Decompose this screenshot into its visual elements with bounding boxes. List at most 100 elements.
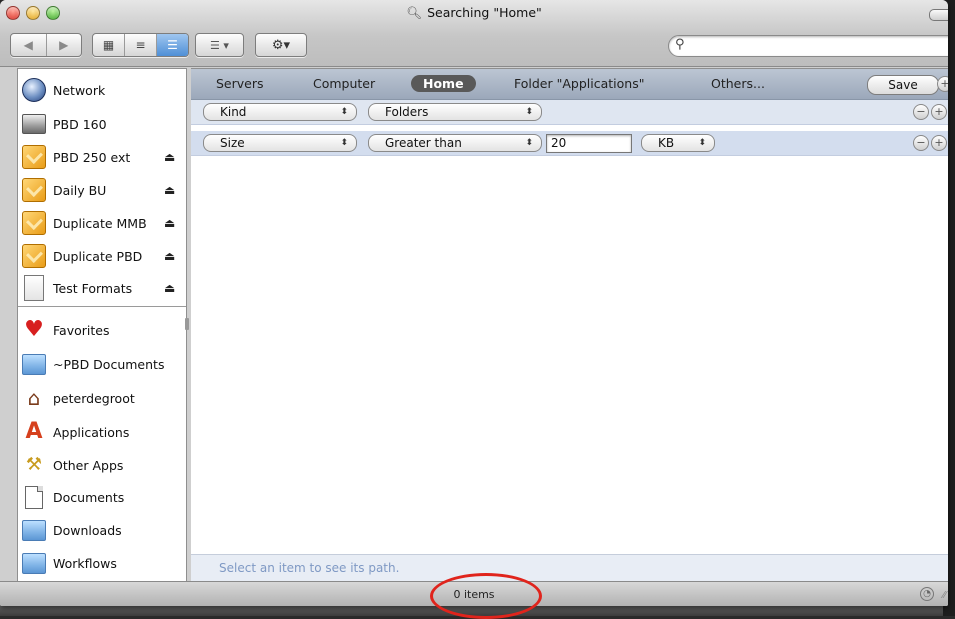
search-input[interactable] — [691, 38, 945, 53]
search-scope-bar: Servers Computer Home Folder "Applicatio… — [191, 69, 948, 100]
sidebar-item-label: Workflows — [53, 555, 117, 571]
folder-icon — [22, 551, 46, 575]
arrange-button[interactable]: ☰ ▾ — [195, 33, 244, 57]
gear-icon: ⚙▾ — [271, 37, 291, 53]
window-title: 🔍︎ Searching "Home" — [406, 5, 542, 20]
resize-grip-icon[interactable]: ⁄⁄ — [943, 590, 946, 601]
sidebar-item-label: ~PBD Documents — [53, 356, 165, 372]
search-field[interactable]: ⚲ — [668, 35, 948, 57]
back-arrow-icon[interactable]: ◀ — [11, 34, 47, 56]
sidebar-item-documents[interactable]: Documents — [18, 482, 186, 512]
sidebar-item-test-formats[interactable]: Test Formats ⏏ — [18, 273, 186, 303]
eject-icon[interactable]: ⏏ — [164, 249, 175, 263]
sidebar-item-duplicate-pbd[interactable]: Duplicate PBD ⏏ — [18, 241, 186, 271]
sidebar-item-favorites[interactable]: ♥ Favorites — [18, 315, 186, 345]
eject-icon[interactable]: ⏏ — [164, 150, 175, 164]
eject-icon[interactable]: ⏏ — [164, 281, 175, 295]
view-mode-control: ▦ ≡ ☰ — [92, 33, 189, 57]
sidebar-item-pbd-250-ext[interactable]: PBD 250 ext ⏏ — [18, 142, 186, 172]
folder-icon — [22, 352, 46, 376]
external-drive-icon — [22, 145, 46, 169]
annotation-circle — [430, 573, 542, 619]
scope-folder-applications[interactable]: Folder "Applications" — [514, 76, 644, 91]
sidebar-divider — [18, 306, 186, 307]
criterion-attribute-popup[interactable]: Size ⬍ — [203, 134, 357, 152]
external-drive-icon — [22, 211, 46, 235]
sidebar-item-peterdegroot[interactable]: ⌂ peterdegroot — [18, 383, 186, 413]
sidebar-item-label: Test Formats — [53, 280, 133, 296]
sidebar-item-network[interactable]: Network — [18, 75, 186, 105]
search-icon: ⚲ — [675, 37, 685, 52]
sidebar-item-label: Duplicate PBD — [53, 248, 143, 264]
document-icon — [22, 485, 46, 509]
popup-arrows-icon: ⬍ — [525, 138, 533, 148]
scope-computer[interactable]: Computer — [313, 76, 375, 91]
sidebar-item-label: PBD 250 ext — [53, 149, 131, 165]
eject-icon[interactable]: ⏏ — [164, 183, 175, 197]
sidebar-item-pbd-160[interactable]: PBD 160 — [18, 109, 186, 139]
finder-window: 🔍︎ Searching "Home" ◀ ▶ ▦ ≡ ☰ ☰ ▾ ⚙▾ ⚲ Ne… — [0, 0, 948, 606]
sidebar: Network PBD 160 PBD 250 ext ⏏ Daily BU ⏏… — [17, 68, 187, 582]
sidebar-resize-handle[interactable] — [185, 318, 189, 330]
add-criterion-icon[interactable]: + — [937, 76, 948, 92]
toolbar-toggle-button[interactable] — [929, 9, 948, 21]
network-globe-icon — [22, 78, 46, 102]
scope-servers[interactable]: Servers — [216, 76, 264, 91]
sidebar-item-label: Network — [53, 82, 106, 98]
remove-criterion-icon[interactable]: − — [913, 135, 929, 151]
sidebar-item-label: Duplicate MMB — [53, 215, 147, 231]
size-value-field[interactable]: 20 — [546, 134, 632, 153]
external-drive-icon — [22, 244, 46, 268]
window-toolbar: 🔍︎ Searching "Home" ◀ ▶ ▦ ≡ ☰ ☰ ▾ ⚙▾ ⚲ — [0, 0, 948, 67]
criterion-operator-popup[interactable]: Greater than ⬍ — [368, 134, 542, 152]
sidebar-item-pbd-documents[interactable]: ~PBD Documents — [18, 349, 186, 379]
sidebar-item-applications[interactable]: A Applications — [18, 417, 186, 447]
icon-view-icon[interactable]: ▦ — [93, 34, 125, 56]
popup-arrows-icon: ⬍ — [698, 138, 706, 148]
eject-icon[interactable]: ⏏ — [164, 216, 175, 230]
popup-arrows-icon: ⬍ — [525, 107, 533, 117]
folder-icon — [22, 518, 46, 542]
size-unit-popup[interactable]: KB ⬍ — [641, 134, 715, 152]
sidebar-item-label: Daily BU — [53, 182, 107, 198]
scope-others[interactable]: Others... — [711, 76, 765, 91]
back-forward-control: ◀ ▶ — [10, 33, 82, 57]
search-title-icon: 🔍︎ — [406, 5, 423, 20]
forward-arrow-icon[interactable]: ▶ — [47, 34, 82, 56]
column-view-icon[interactable]: ☰ — [157, 34, 188, 56]
search-results-pane: Servers Computer Home Folder "Applicatio… — [191, 68, 948, 582]
sidebar-item-label: Downloads — [53, 522, 122, 538]
add-criterion-icon[interactable]: + — [931, 104, 947, 120]
remove-criterion-icon[interactable]: − — [913, 104, 929, 120]
path-bar: Select an item to see its path. — [191, 554, 948, 582]
external-drive-icon — [22, 178, 46, 202]
sidebar-item-daily-bu[interactable]: Daily BU ⏏ — [18, 175, 186, 205]
popup-arrows-icon: ⬍ — [340, 138, 348, 148]
criterion-operator-popup[interactable]: Folders ⬍ — [368, 103, 542, 121]
tools-icon: ⚒ — [25, 454, 43, 475]
save-search-button[interactable]: Save — [867, 75, 939, 95]
sidebar-item-label: peterdegroot — [53, 390, 135, 406]
scope-home[interactable]: Home — [411, 75, 476, 92]
hard-disk-icon — [22, 112, 46, 136]
popup-arrows-icon: ⬍ — [340, 107, 348, 117]
sidebar-item-workflows[interactable]: Workflows — [18, 548, 186, 578]
sidebar-item-label: PBD 160 — [53, 116, 107, 132]
applications-icon: A — [25, 419, 43, 444]
sidebar-item-downloads[interactable]: Downloads — [18, 515, 186, 545]
heart-icon: ♥ — [24, 317, 44, 342]
list-view-icon[interactable]: ≡ — [125, 34, 157, 56]
sidebar-item-duplicate-mmb[interactable]: Duplicate MMB ⏏ — [18, 208, 186, 238]
sidebar-item-label: Favorites — [53, 322, 110, 338]
home-icon: ⌂ — [27, 386, 41, 410]
path-hint: Select an item to see its path. — [219, 561, 400, 575]
action-button[interactable]: ⚙▾ — [255, 33, 307, 57]
sidebar-item-label: Other Apps — [53, 457, 124, 473]
add-criterion-icon[interactable]: + — [931, 135, 947, 151]
criterion-row: Kind ⬍ Folders ⬍ − + — [191, 100, 948, 125]
criterion-attribute-popup[interactable]: Kind ⬍ — [203, 103, 357, 121]
sidebar-item-other-apps[interactable]: ⚒ Other Apps — [18, 450, 186, 480]
spinner-icon: ◔ — [920, 587, 934, 601]
sidebar-item-label: Applications — [53, 424, 130, 440]
criterion-row: Size ⬍ Greater than ⬍ 20 KB ⬍ − + — [191, 131, 948, 156]
